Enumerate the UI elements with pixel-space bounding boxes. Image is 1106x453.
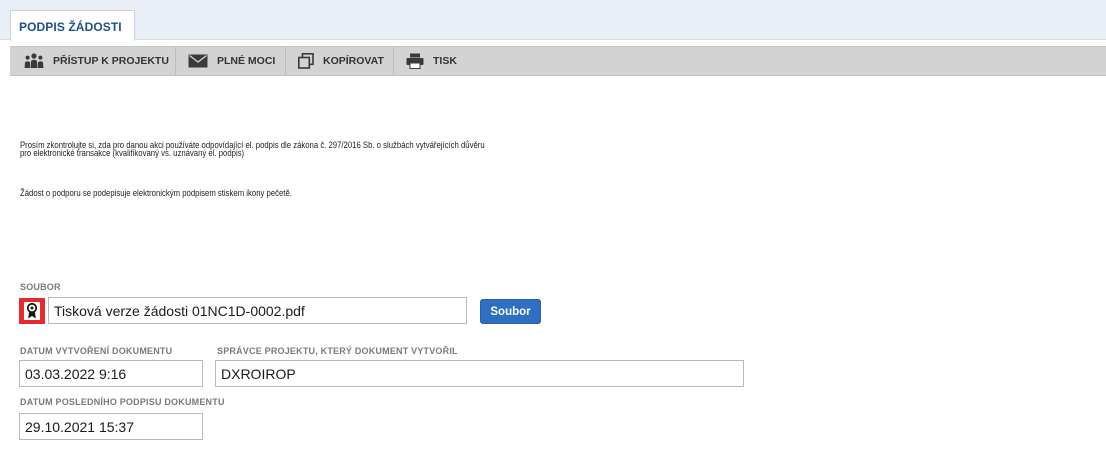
print-button[interactable]: TISK	[394, 47, 460, 75]
file-label: SOUBOR	[20, 282, 61, 292]
project-manager-label: SPRÁVCE PROJEKTU, KTERÝ DOKUMENT VYTVOŘI…	[217, 346, 458, 356]
print-label: TISK	[433, 55, 457, 67]
file-button[interactable]: Soubor	[480, 299, 541, 324]
last-signature-label: DATUM POSLEDNÍHO PODPISU DOKUMENTU	[20, 397, 225, 407]
project-access-label: PŘÍSTUP K PROJEKTU	[53, 55, 169, 67]
power-of-attorney-button[interactable]: PLNÉ MOCI	[176, 47, 286, 75]
last-signature-field: 29.10.2021 15:37	[19, 413, 203, 440]
signing-instruction: Žádost o podporu se podepisuje elektroni…	[20, 188, 292, 198]
project-manager-field: DXROIROP	[215, 360, 744, 387]
action-toolbar: PŘÍSTUP K PROJEKTU PLNÉ MOCI KOPÍROVAT T…	[10, 46, 1106, 76]
file-name-field: Tisková verze žádosti 01NC1D-0002.pdf	[48, 297, 467, 324]
created-date-label: DATUM VYTVOŘENÍ DOKUMENTU	[20, 346, 173, 356]
printer-icon	[406, 53, 424, 69]
copy-icon	[298, 53, 314, 69]
signature-info-line-2: pro elektronické transakce (kvalifikovan…	[20, 148, 245, 158]
tab-podpis-zadosti[interactable]: PODPIS ŽÁDOSTI	[10, 10, 135, 41]
sign-seal-button[interactable]	[19, 298, 45, 324]
tab-bar: PODPIS ŽÁDOSTI	[0, 0, 1106, 41]
seal-icon	[24, 302, 40, 320]
copy-button[interactable]: KOPÍROVAT	[286, 47, 394, 75]
project-access-button[interactable]: PŘÍSTUP K PROJEKTU	[10, 47, 176, 75]
envelope-icon	[188, 54, 208, 68]
copy-label: KOPÍROVAT	[323, 55, 384, 67]
created-date-field: 03.03.2022 9:16	[19, 360, 203, 387]
power-of-attorney-label: PLNÉ MOCI	[217, 55, 276, 67]
tab-label: PODPIS ŽÁDOSTI	[19, 20, 122, 34]
people-icon	[24, 53, 44, 68]
